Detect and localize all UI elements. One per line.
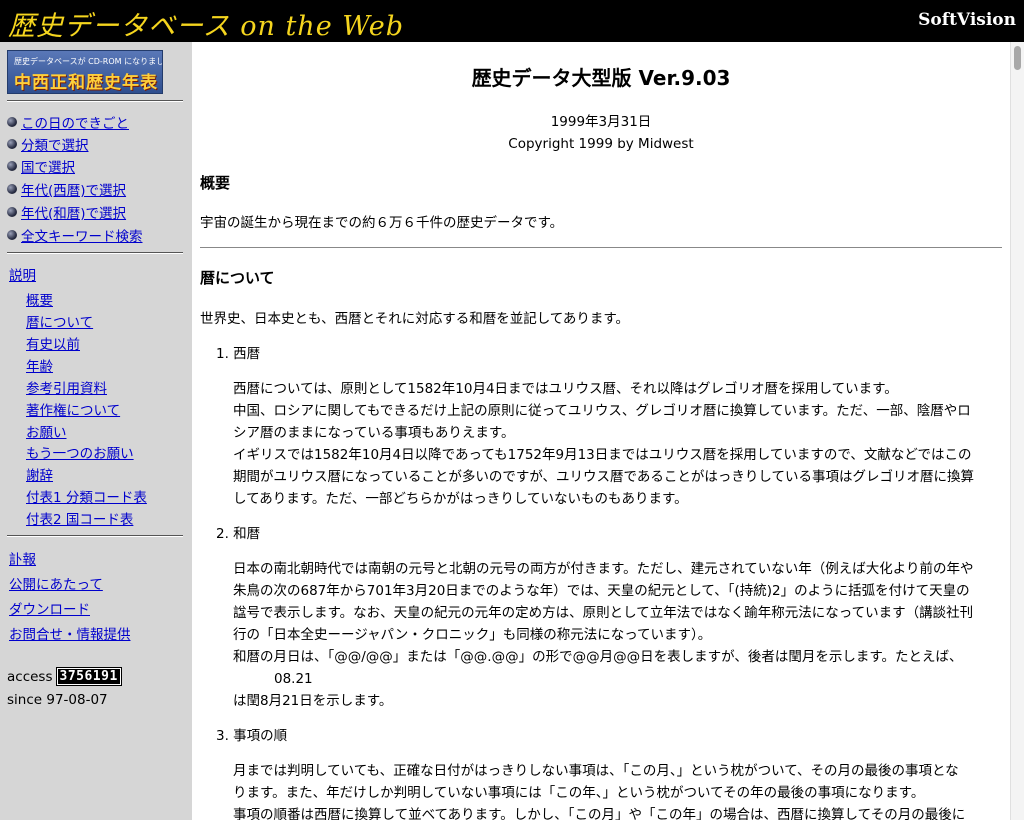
nav-item-label[interactable]: 年代(和暦)で選択 xyxy=(21,202,126,222)
section-divider xyxy=(200,247,1002,248)
desc-link-overview[interactable]: 概要 xyxy=(26,289,53,309)
nav-item-label[interactable]: 分類で選択 xyxy=(21,134,89,154)
desc-link-copyright[interactable]: 著作権について xyxy=(26,399,120,419)
item-line: イギリスでは1582年10月4日以降であっても1752年9月13日まではユリウス… xyxy=(233,447,972,463)
nav-item-label[interactable]: この日のできごと xyxy=(21,112,129,132)
item-heading-western: 1. 西暦 xyxy=(216,346,261,362)
bullet-icon xyxy=(7,207,17,217)
item-line: 日本の南北朝時代では南朝の元号と北朝の元号の両方が付きます。ただし、建元されてい… xyxy=(233,561,974,577)
nav-item-label[interactable]: 年代(西暦)で選択 xyxy=(21,179,126,199)
item-line: 事項の順番は西暦に換算して並べてあります。しかし、「この月」や「この年」の場合は… xyxy=(233,807,966,820)
item-heading-order: 3. 事項の順 xyxy=(216,728,288,744)
desc-link-references[interactable]: 参考引用資料 xyxy=(26,377,107,397)
item-line: ります。また、年だけしか判明していない事項には「この年、」という枕がついてその年… xyxy=(233,785,925,801)
access-counter-row: access 3756191 xyxy=(7,667,122,686)
misc-link-publication[interactable]: 公開にあたって xyxy=(9,573,103,593)
cdrom-banner[interactable]: 歴史データベースが CD-ROM になりました 中西正和歴史年表 xyxy=(7,50,163,94)
scrollbar-thumb[interactable] xyxy=(1014,46,1021,70)
misc-link-obituary[interactable]: 訃報 xyxy=(9,548,36,568)
overview-text: 宇宙の誕生から現在までの約６万６千件の歴史データです。 xyxy=(200,215,564,231)
calendar-intro: 世界史、日本史とも、西暦とそれに対応する和暦を並記してあります。 xyxy=(200,311,630,327)
main-content: 歴史データ大型版 Ver.9.03 1999年3月31日 Copyright 1… xyxy=(192,42,1010,820)
page-title: 歴史データ大型版 Ver.9.03 xyxy=(471,66,731,90)
desc-header-link[interactable]: 説明 xyxy=(9,264,36,284)
desc-link-calendar[interactable]: 暦について xyxy=(26,311,93,331)
access-counter: 3756191 xyxy=(55,667,122,686)
item-line: 行の「日本全史ーージャパン・クロニック」も同様の称元法になっています）。 xyxy=(233,627,712,643)
item-line-example: 08.21 xyxy=(274,671,313,687)
sidebar-divider xyxy=(7,100,183,102)
bullet-icon xyxy=(7,230,17,240)
release-date: 1999年3月31日 xyxy=(550,114,652,130)
misc-link-download[interactable]: ダウンロード xyxy=(9,598,90,618)
calendar-heading: 暦について xyxy=(200,269,275,287)
copyright-line: Copyright 1999 by Midwest xyxy=(508,136,694,152)
desc-link-country-table[interactable]: 付表2 国コード表 xyxy=(26,508,133,528)
nav-item-country[interactable]: 国で選択 xyxy=(7,156,75,176)
item-heading-japanese: 2. 和暦 xyxy=(216,526,261,542)
bullet-icon xyxy=(7,184,17,194)
desc-link-another-request[interactable]: もう一つのお願い xyxy=(26,442,134,462)
item-line: シア暦のままになっている事項もありえます。 xyxy=(233,425,515,441)
desc-link-prehistory[interactable]: 有史以前 xyxy=(26,333,80,353)
nav-item-label[interactable]: 全文キーワード検索 xyxy=(21,225,143,245)
desc-link-thanks[interactable]: 謝辞 xyxy=(26,464,53,484)
nav-item-western-year[interactable]: 年代(西暦)で選択 xyxy=(7,179,126,199)
sidebar: 歴史データベースが CD-ROM になりました 中西正和歴史年表 この日のできご… xyxy=(0,42,192,820)
softvision-logo[interactable]: SoftVision xyxy=(918,10,1016,30)
bullet-icon xyxy=(7,117,17,127)
bullet-icon xyxy=(7,139,17,149)
nav-item-keyword-search[interactable]: 全文キーワード検索 xyxy=(7,225,143,245)
since-date: since 97-08-07 xyxy=(7,692,108,708)
item-line: 朱鳥の次の687年から701年3月20日までのような年）では、天皇の紀元として、… xyxy=(233,583,970,599)
bullet-icon xyxy=(7,161,17,171)
item-line: 中国、ロシアに関してもできるだけ上記の原則に従ってユリウス、グレゴリオ暦に換算し… xyxy=(233,403,971,419)
nav-item-label[interactable]: 国で選択 xyxy=(21,156,75,176)
sidebar-divider xyxy=(7,535,183,537)
misc-link-contact[interactable]: お問合せ・情報提供 xyxy=(9,623,131,643)
banner-title: 中西正和歴史年表 xyxy=(14,73,158,93)
nav-item-japanese-year[interactable]: 年代(和暦)で選択 xyxy=(7,202,126,222)
site-header: 歴史データベース on the Web SoftVision xyxy=(0,0,1024,42)
desc-link-category-table[interactable]: 付表1 分類コード表 xyxy=(26,486,147,506)
item-line: は閏8月21日を示します。 xyxy=(233,693,393,709)
nav-item-today[interactable]: この日のできごと xyxy=(7,112,129,132)
desc-link-age[interactable]: 年齢 xyxy=(26,355,53,375)
site-title[interactable]: 歴史データベース on the Web xyxy=(8,4,404,43)
overview-heading: 概要 xyxy=(200,174,231,192)
banner-caption: 歴史データベースが CD-ROM になりました xyxy=(14,57,163,66)
access-label: access xyxy=(7,668,53,685)
nav-item-category[interactable]: 分類で選択 xyxy=(7,134,89,154)
item-line: 和暦の月日は、「@@/@@」または「@@.@@」の形で@@月@@日を表しますが、… xyxy=(233,649,963,665)
item-line: 西暦については、原則として1582年10月4日まではユリウス暦、それ以降はグレゴ… xyxy=(233,381,898,397)
item-line: 諡号で表示します。なお、天皇の紀元の元年の定め方は、原則として立年法ではなく踰年… xyxy=(233,605,974,621)
vertical-scrollbar[interactable] xyxy=(1010,42,1024,820)
item-line: 月までは判明していても、正確な日付がはっきりしない事項は、「この月、」という枕が… xyxy=(233,763,959,779)
item-line: 期間がユリウス暦になっていることが多いのですが、ユリウス暦であることがはっきりし… xyxy=(233,469,975,485)
item-line: してあります。ただ、一部どちらかがはっきりしていないものもあります。 xyxy=(233,491,688,507)
desc-link-request[interactable]: お願い xyxy=(26,421,67,441)
sidebar-divider xyxy=(7,252,183,254)
